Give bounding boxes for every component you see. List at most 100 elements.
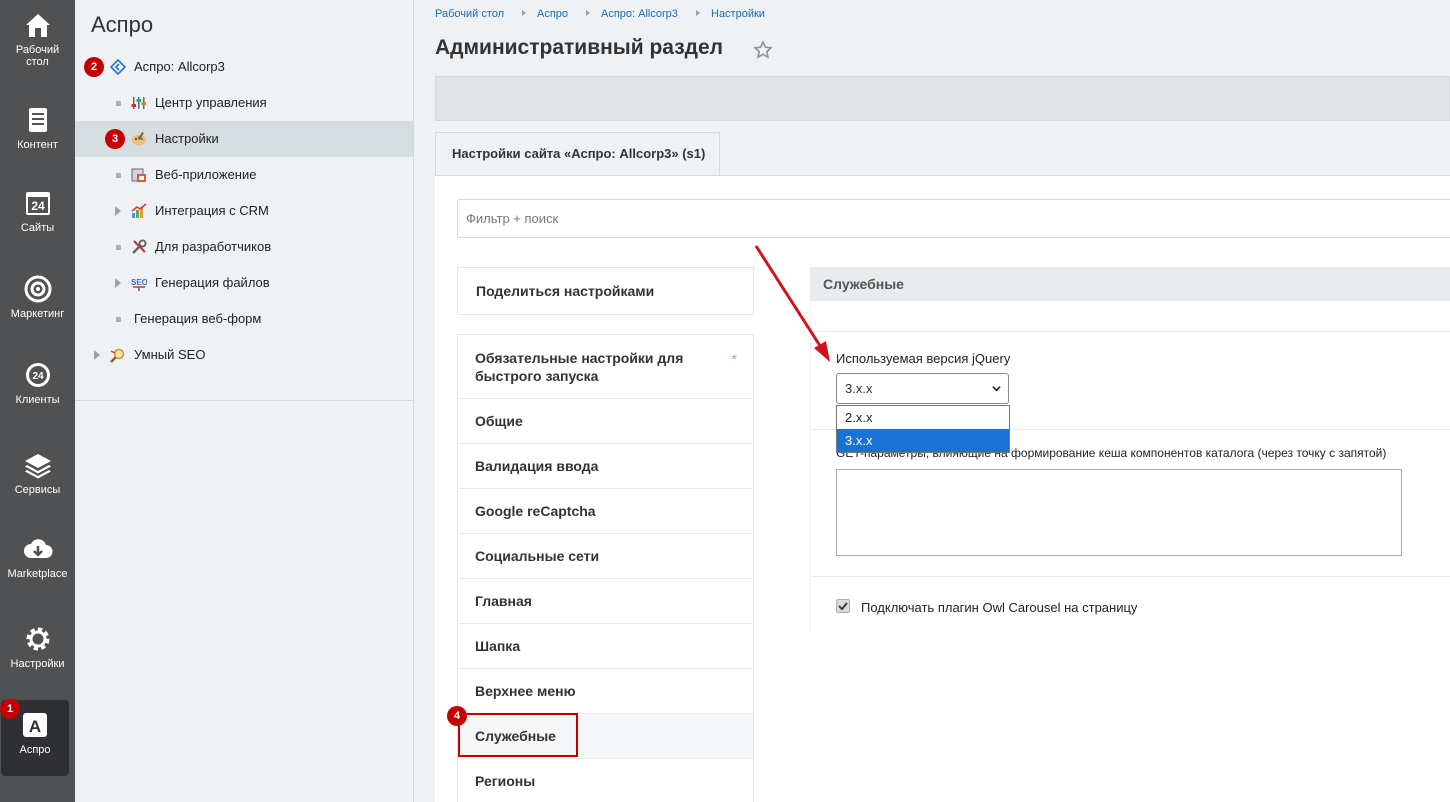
nav-settings[interactable]: Настройки — [0, 614, 75, 696]
sidebar-title: Аспро — [91, 12, 154, 37]
chevron-down-icon — [992, 386, 1001, 392]
bullet — [116, 101, 121, 106]
breadcrumb-item[interactable]: Аспро: Allcorp3 — [601, 8, 678, 20]
nav-services[interactable]: Сервисы — [0, 440, 75, 522]
jquery-version-label: Используемая версия jQuery — [836, 351, 1011, 366]
seo-icon: SEO — [131, 278, 147, 291]
dropdown-option-selected[interactable]: 3.x.x — [837, 429, 1009, 452]
palette-icon — [132, 132, 146, 146]
nav-sites[interactable]: 24 Сайты — [0, 178, 75, 260]
svg-text:A: A — [29, 717, 41, 736]
expand-arrow-icon[interactable] — [115, 278, 121, 288]
menu-item-recaptcha[interactable]: Google reCaptcha — [458, 488, 753, 533]
nav-label: Маркетинг — [10, 308, 65, 320]
star-icon[interactable] — [753, 40, 773, 60]
breadcrumb-item[interactable]: Аспро — [537, 8, 568, 20]
bullet — [116, 173, 121, 178]
left-nav: Рабочий стол Контент 24 Сайты Маркетинг … — [0, 0, 75, 802]
bullet — [116, 317, 121, 322]
nav-desktop[interactable]: Рабочий стол — [0, 0, 75, 82]
breadcrumb-separator — [522, 10, 526, 16]
expand-arrow-icon[interactable] — [94, 350, 100, 360]
menu-item-quick-start[interactable]: Обязательные настройки для быстрого запу… — [458, 335, 753, 398]
menu-item-label: Социальные сети — [475, 548, 600, 564]
highlight-frame — [458, 713, 578, 757]
menu-item-regions[interactable]: Регионы — [458, 758, 753, 802]
sidebar-item-file-generation[interactable]: SEO Генерация файлов — [75, 265, 413, 301]
menu-item-social[interactable]: Социальные сети — [458, 533, 753, 578]
row-divider — [811, 576, 1450, 577]
nav-aspro[interactable]: 1 A Аспро — [0, 699, 69, 776]
owl-carousel-checkbox[interactable] — [836, 599, 850, 613]
breadcrumb-item[interactable]: Рабочий стол — [435, 8, 504, 20]
checkmark-icon — [838, 602, 848, 611]
share-settings-button[interactable]: Поделиться настройками — [457, 267, 754, 315]
sidebar-item-smart-seo[interactable]: Умный SEO — [75, 337, 413, 373]
annotation-arrow-icon — [754, 245, 830, 362]
nav-marketing[interactable]: Маркетинг — [0, 264, 75, 346]
settings-panel: Используемая версия jQuery 3.x.x 2.x.x 3… — [810, 301, 1450, 631]
main-area: Рабочий стол Аспро Аспро: Allcorp3 Настр… — [414, 0, 1450, 802]
bullet — [116, 245, 121, 250]
sidebar-item-web-forms[interactable]: Генерация веб-форм — [75, 301, 413, 337]
sidebar-item-web-app[interactable]: Веб-приложение — [75, 157, 413, 193]
sidebar-item-label: Центр управления — [155, 95, 267, 110]
nav-clients[interactable]: 24 Клиенты — [0, 350, 75, 432]
sidebar-item-label: Генерация файлов — [155, 275, 270, 290]
nav-marketplace[interactable]: Marketplace — [0, 524, 75, 606]
nav-label: Аспро — [19, 744, 51, 756]
sidebar-item-crm-integration[interactable]: Интеграция с CRM — [75, 193, 413, 229]
sidebar-item-label: Настройки — [155, 131, 219, 146]
context-toolbar — [435, 76, 1450, 121]
document-icon — [28, 108, 47, 132]
required-marker: * — [731, 351, 737, 367]
jquery-version-select[interactable]: 3.x.x — [836, 373, 1009, 404]
step-badge: 1 — [0, 699, 20, 719]
sidebar-divider — [75, 400, 413, 401]
get-params-textarea[interactable] — [836, 469, 1402, 556]
step-badge: 2 — [84, 57, 104, 77]
svg-text:SEO: SEO — [131, 278, 147, 287]
breadcrumb-item[interactable]: Настройки — [711, 8, 765, 20]
nav-label: стол — [26, 56, 49, 68]
menu-item-header[interactable]: Шапка — [458, 623, 753, 668]
cloud-download-icon — [23, 539, 52, 558]
page-title: Административный раздел — [435, 36, 724, 59]
expand-arrow-icon[interactable] — [115, 206, 121, 216]
sidebar-item-label: Умный SEO — [134, 347, 206, 362]
jquery-version-dropdown: 2.x.x 3.x.x — [836, 405, 1010, 453]
tab-site-settings[interactable]: Настройки сайта «Аспро: Allcorp3» (s1) — [435, 132, 720, 176]
aspro-a-icon: A — [23, 713, 47, 737]
layers-icon — [24, 454, 51, 479]
sidebar-item-label: Для разработчиков — [155, 239, 272, 254]
nav-content[interactable]: Контент — [0, 95, 75, 177]
breadcrumb-separator — [696, 10, 700, 16]
menu-item-label: Верхнее меню — [475, 683, 576, 699]
sidebar-item-settings[interactable]: 3 Настройки — [75, 121, 413, 157]
menu-item-general[interactable]: Общие — [458, 398, 753, 443]
sidebar-item-label: Генерация веб-форм — [134, 311, 262, 326]
dropdown-option[interactable]: 2.x.x — [837, 406, 1009, 429]
nav-label: Настройки — [10, 658, 65, 670]
target-icon — [24, 275, 51, 303]
sidebar-item-label: Веб-приложение — [155, 167, 257, 182]
filter-search-input[interactable]: Фильтр + поиск — [457, 199, 1450, 238]
row-divider — [811, 331, 1450, 332]
menu-item-top-menu[interactable]: Верхнее меню — [458, 668, 753, 713]
tools-icon — [132, 239, 147, 254]
step-badge: 3 — [105, 129, 125, 149]
sidebar-item-control-center[interactable]: Центр управления — [75, 85, 413, 121]
chart-growth-icon — [131, 203, 147, 218]
tab-content: Фильтр + поиск Поделиться настройками Об… — [435, 175, 1450, 802]
menu-item-validation[interactable]: Валидация ввода — [458, 443, 753, 488]
diamond-arrow-icon — [110, 59, 126, 75]
calendar-24-icon: 24 — [25, 192, 50, 215]
menu-item-label: Обязательные настройки для быстрого запу… — [475, 350, 684, 384]
sidebar-item-developers[interactable]: Для разработчиков — [75, 229, 413, 265]
menu-item-label: Google reCaptcha — [475, 503, 596, 519]
select-value: 3.x.x — [845, 381, 873, 396]
nav-label: Сайты — [20, 222, 55, 234]
svg-text:24: 24 — [31, 199, 45, 213]
sidebar-item-aspro-allcorp3[interactable]: 2 Аспро: Allcorp3 — [75, 49, 413, 85]
menu-item-main[interactable]: Главная — [458, 578, 753, 623]
